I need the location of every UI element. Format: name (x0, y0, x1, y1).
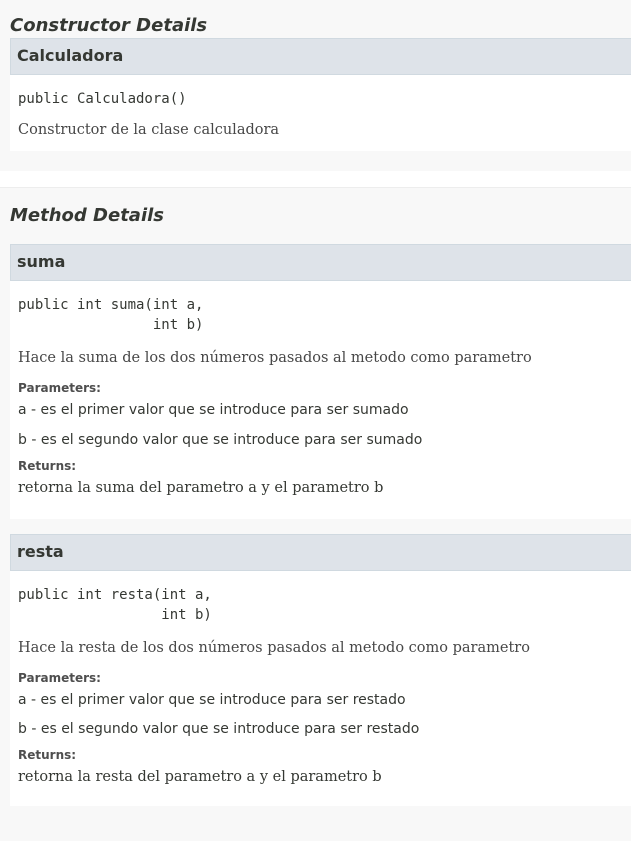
parameter-a: a - es el primer valor que se introduce … (18, 402, 409, 418)
constructor-signature: public Calculadora() (18, 91, 187, 107)
parameters-label: Parameters: (18, 381, 101, 395)
returns-label: Returns: (18, 748, 77, 762)
method-description: Hace la resta de los dos números pasados… (18, 640, 530, 656)
returns-label: Returns: (18, 459, 77, 473)
parameter-a: a - es el primer valor que se introduce … (18, 692, 406, 708)
parameter-b: b - es el segundo valor que se introduce… (18, 721, 420, 737)
returns-description: retorna la resta del parametro a y el pa… (18, 769, 382, 785)
method-block-suma: suma public int suma(int a, int b) Hace … (10, 244, 631, 519)
method-name: resta (10, 534, 631, 571)
method-details-section: Method Details suma public int suma(int … (0, 187, 631, 841)
section-divider (0, 171, 631, 187)
method-details-heading: Method Details (10, 205, 165, 226)
parameter-b: b - es el segundo valor que se introduce… (18, 432, 423, 448)
method-block-resta: resta public int resta(int a, int b) Hac… (10, 534, 631, 806)
constructor-details-section: Constructor Details Calculadora public C… (0, 0, 631, 171)
method-signature: public int suma(int a, int b) (18, 297, 204, 333)
parameters-label: Parameters: (18, 671, 101, 685)
method-signature: public int resta(int a, int b) (18, 587, 212, 623)
constructor-block: Calculadora public Calculadora() Constru… (10, 38, 631, 151)
constructor-name: Calculadora (10, 38, 631, 75)
method-description: Hace la suma de los dos números pasados … (18, 350, 532, 366)
constructor-description: Constructor de la clase calculadora (18, 122, 280, 138)
method-name: suma (10, 244, 631, 281)
constructor-details-heading: Constructor Details (10, 15, 208, 36)
returns-description: retorna la suma del parametro a y el par… (18, 480, 384, 496)
